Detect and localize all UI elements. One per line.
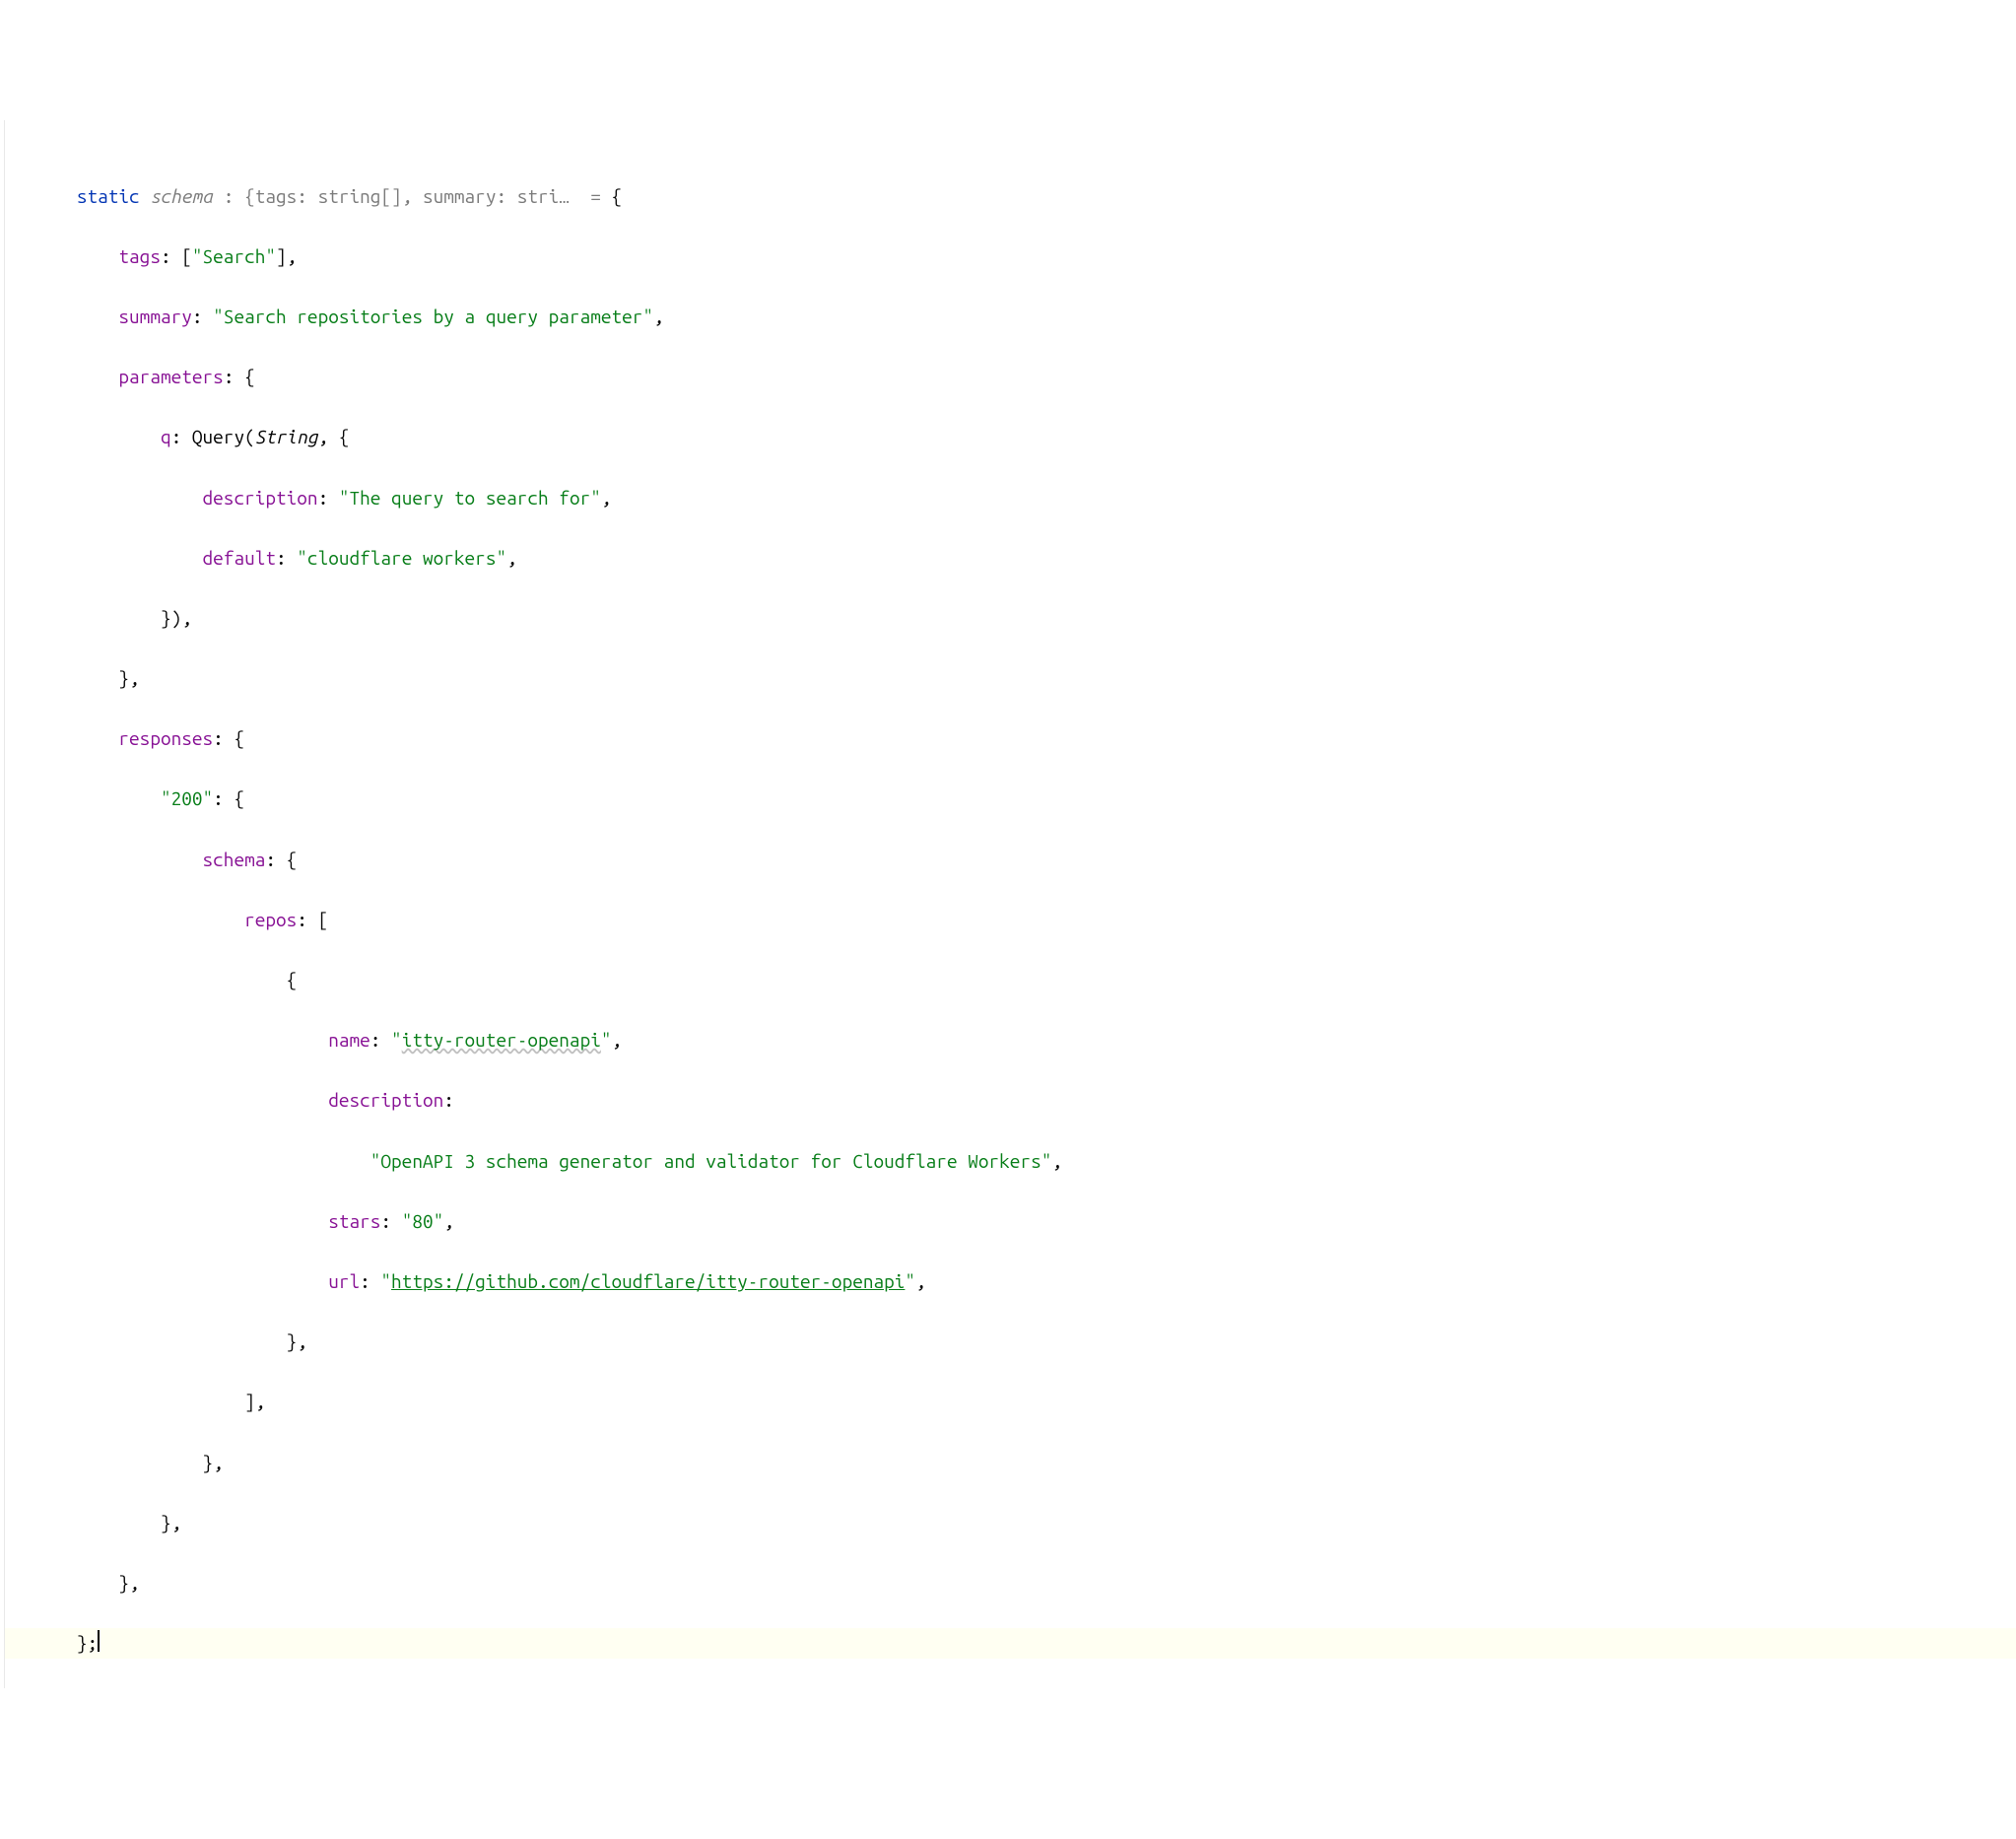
code-line[interactable]: tags: ["Search"], [4,241,2016,272]
code-line[interactable]: parameters: { [4,362,2016,392]
key-default: default [203,547,276,569]
keyword-static: static [77,185,140,207]
code-editor[interactable]: static schema : {tags: string[], summary… [0,120,2016,1688]
code-line[interactable]: }, [4,1327,2016,1357]
string-search: "Search" [192,245,276,267]
code-line[interactable]: ], [4,1387,2016,1417]
string-summary: "Search repositories by a query paramete… [213,306,653,327]
code-line[interactable]: }, [4,663,2016,694]
string-url: https://github.com/cloudflare/itty-route… [391,1270,905,1292]
key-desc2: description [328,1089,443,1111]
brace: { [612,185,623,207]
cursor-icon [98,1630,100,1652]
string-desc: "The query to search for" [339,487,601,509]
type-hint-text: {tags: string[], summary: stri… [244,185,570,207]
code-line[interactable]: stars: "80", [4,1206,2016,1237]
code-line[interactable]: { [4,965,2016,995]
string-stars: "80" [402,1210,444,1232]
code-line[interactable]: url: "https://github.com/cloudflare/itty… [4,1266,2016,1297]
key-200: "200" [161,787,213,809]
key-name: name [328,1029,370,1051]
key-responses: responses [118,727,213,749]
code-line[interactable]: description: "The query to search for", [4,483,2016,513]
code-line[interactable]: }, [4,1448,2016,1478]
key-url: url [328,1270,360,1292]
type-hint: : [213,185,244,207]
key-q: q [161,426,171,447]
code-line[interactable]: description: [4,1085,2016,1116]
param-string: String [255,426,318,447]
key-tags: tags [118,245,161,267]
code-line[interactable]: default: "cloudflare workers", [4,543,2016,574]
key-stars: stars [328,1210,380,1232]
code-line[interactable]: responses: { [4,723,2016,754]
equals: = [570,185,612,207]
func-query: Query [192,426,244,447]
code-line[interactable]: schema: { [4,845,2016,875]
code-line[interactable]: "200": { [4,783,2016,814]
code-line[interactable]: }, [4,1568,2016,1599]
string-default: "cloudflare workers" [297,547,506,569]
key-schema2: schema [203,849,266,870]
code-line[interactable]: static schema : {tags: string[], summary… [4,181,2016,212]
gutter-line [4,120,5,1688]
key-repos: repos [244,909,297,930]
code-line[interactable]: "OpenAPI 3 schema generator and validato… [4,1146,2016,1177]
code-line[interactable]: repos: [ [4,905,2016,935]
key-summary: summary [118,306,191,327]
var-schema: schema [150,185,213,207]
code-line[interactable]: q: Query(String, { [4,422,2016,452]
key-description: description [203,487,318,509]
code-line[interactable]: }), [4,603,2016,634]
code-line[interactable]: }, [4,1508,2016,1538]
string-desc2: "OpenAPI 3 schema generator and validato… [370,1150,1052,1172]
code-line-current[interactable]: }; [4,1628,2016,1659]
key-parameters: parameters [118,366,223,387]
code-line[interactable]: name: "itty-router-openapi", [4,1025,2016,1056]
string-name: itty-router-openapi [402,1029,601,1051]
code-line[interactable]: summary: "Search repositories by a query… [4,302,2016,332]
